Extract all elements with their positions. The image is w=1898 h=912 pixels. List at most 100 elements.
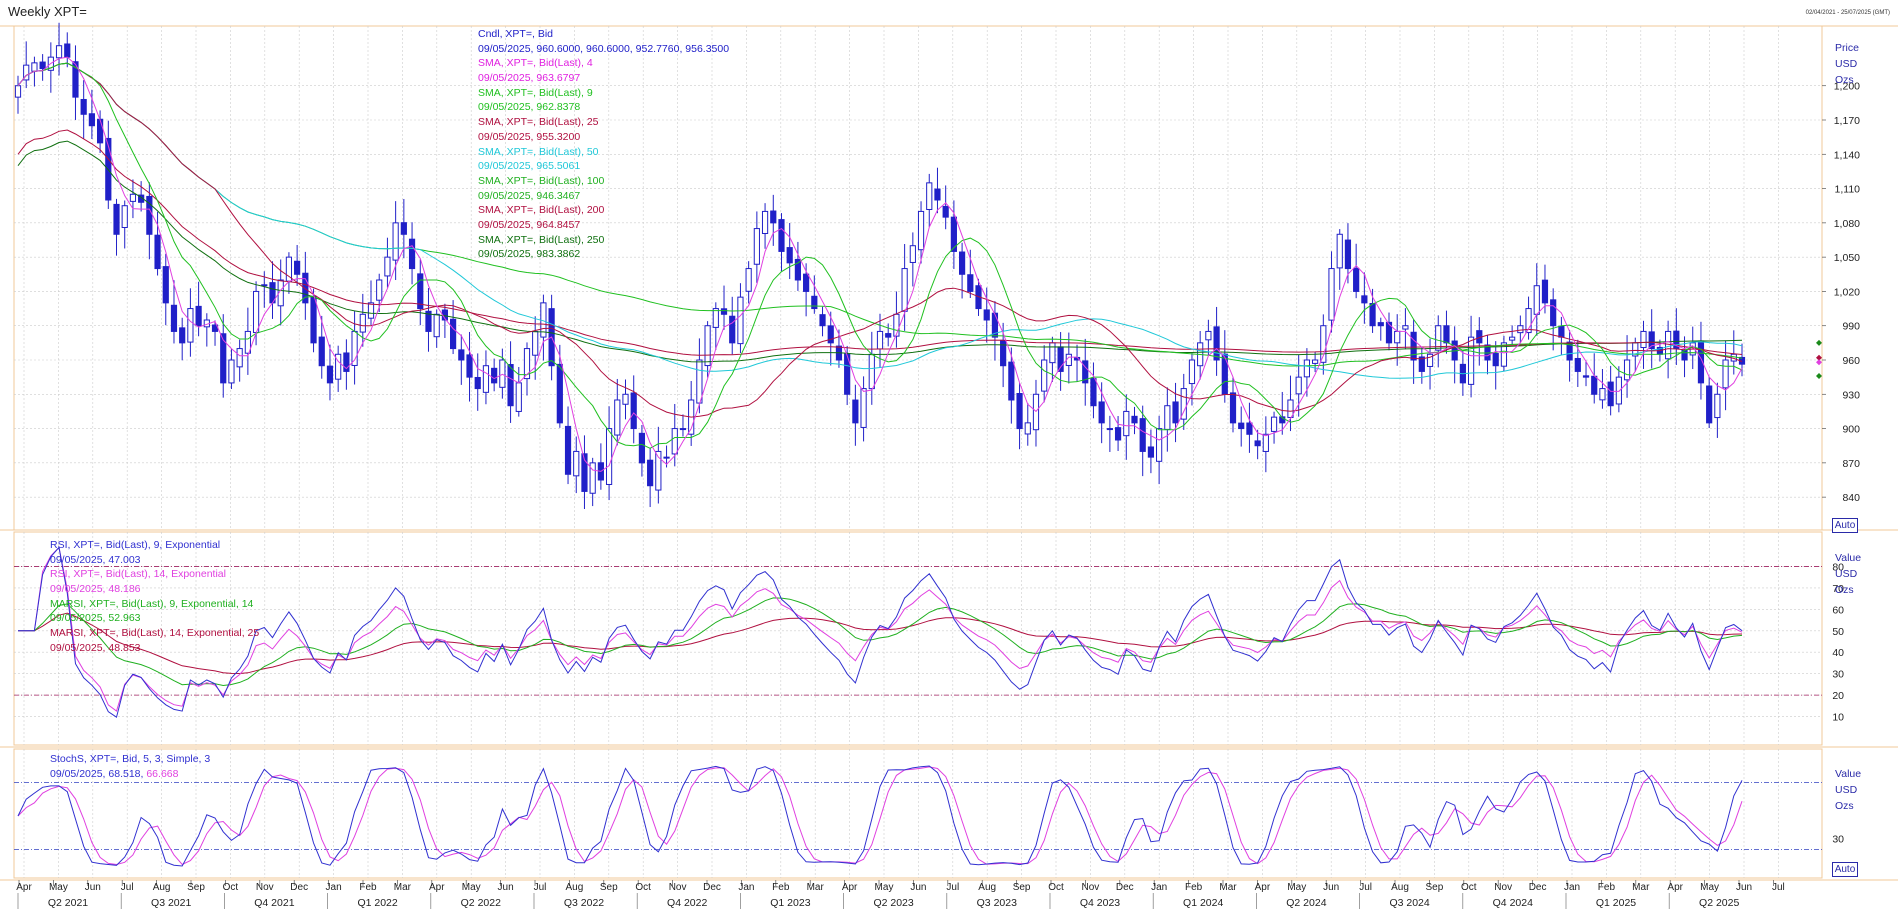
month-label: Dec [290, 882, 308, 893]
month-label: Dec [703, 882, 721, 893]
candle-body [1172, 401, 1179, 424]
price-legend-value-0: 09/05/2025, 960.6000, 960.6000, 952.7760… [478, 42, 730, 55]
price-legend-label-6: SMA, XPT=, Bid(Last), 200 [478, 204, 605, 217]
month-label: Jun [498, 882, 514, 893]
candle-body [778, 219, 785, 252]
month-label: Jan [326, 882, 342, 893]
month-label: Feb [1185, 882, 1203, 893]
rsi-legend-label-1: RSI, XPT=, Bid(Last), 14, Exponential [50, 568, 226, 581]
candle-body [1467, 336, 1475, 385]
candle-body [1295, 376, 1302, 395]
candle-body [1344, 239, 1352, 270]
month-label: Oct [635, 882, 651, 893]
candle-body [14, 85, 22, 98]
candle-body [121, 205, 128, 228]
candle-body [466, 354, 473, 378]
price-legend-value-5: 09/05/2025, 946.3467 [478, 189, 581, 202]
quarter-label: Q1 2025 [1596, 897, 1636, 909]
month-label: Aug [153, 882, 171, 893]
candle-body [1270, 416, 1278, 432]
candle-body [1041, 359, 1048, 392]
month-label: Jun [910, 882, 926, 893]
price-legend-value-4: 09/05/2025, 965.5061 [478, 160, 581, 173]
price-legend-value-6: 09/05/2025, 964.8457 [478, 218, 581, 231]
price-auto-scale-button[interactable]: Auto [1832, 518, 1858, 533]
candle-body [917, 210, 925, 251]
candle-body [614, 399, 621, 436]
price-ytick-label: 1,110 [1835, 184, 1861, 196]
candle-body [1550, 299, 1557, 327]
quarter-label: Q3 2021 [151, 897, 191, 909]
price-unit-usd: USD [1835, 58, 1858, 70]
month-label: Jan [1151, 882, 1167, 893]
candle-body [55, 45, 63, 59]
month-label: Feb [1598, 882, 1616, 893]
price-legend-label-5: SMA, XPT=, Bid(Last), 100 [478, 174, 605, 187]
candle-body [1098, 401, 1105, 424]
price-legend-label-1: SMA, XPT=, Bid(Last), 4 [478, 57, 593, 70]
candle-body [1517, 325, 1524, 334]
candle-body [129, 193, 137, 202]
candle-body [39, 61, 46, 70]
price-unit-ozs: Ozs [1835, 74, 1854, 86]
month-label: Apr [842, 882, 858, 893]
candle-body [1533, 285, 1540, 315]
candle-body [187, 308, 194, 343]
candle-body [1541, 279, 1549, 304]
quarter-label: Q3 2022 [564, 897, 604, 909]
rsi-ytick-label: 40 [1832, 647, 1844, 659]
candle-body [400, 222, 407, 235]
price-last-marker [1816, 359, 1822, 366]
candle-body [885, 333, 892, 338]
candle-body [671, 428, 678, 455]
candle-body [64, 43, 71, 58]
price-ytick-label: 930 [1842, 389, 1860, 401]
candle-body [803, 273, 810, 292]
candle-body [1615, 376, 1622, 405]
candle-body [1164, 405, 1171, 430]
month-label: Aug [566, 882, 584, 893]
candle-body [367, 302, 375, 319]
candle-body [1582, 375, 1590, 378]
quarter-label: Q1 2023 [770, 897, 810, 909]
month-label: Jul [534, 882, 547, 893]
month-label: Jan [738, 882, 754, 893]
candle-body [1188, 359, 1196, 385]
candle-body [170, 304, 178, 332]
candle-body [80, 98, 87, 115]
price-legend-label-0: Cndl, XPT=, Bid [478, 28, 553, 40]
candle-body [1361, 295, 1368, 304]
month-label: Dec [1529, 882, 1547, 893]
rsi-ytick-label: 10 [1832, 712, 1844, 724]
price-legend-value-7: 09/05/2025, 983.3862 [478, 248, 581, 261]
month-label: Dec [1116, 882, 1134, 893]
candle-body [1312, 359, 1319, 364]
price-last-marker [1816, 339, 1822, 346]
rsi-legend-value-3: 09/05/2025, 48.853 [50, 641, 141, 654]
candle-body [458, 349, 465, 361]
rsi9-line [18, 546, 1743, 719]
candle-body [761, 210, 769, 234]
candle-body [1213, 326, 1220, 361]
month-label: Sep [187, 882, 205, 893]
candle-body [1722, 359, 1729, 389]
price-ytick-label: 840 [1842, 492, 1860, 504]
candle-body [630, 392, 637, 430]
candle-body [729, 315, 736, 344]
stoch-ytick-label: 30 [1832, 833, 1844, 845]
candle-body [647, 459, 654, 487]
month-label: Jun [85, 882, 101, 893]
month-label: Nov [1082, 882, 1100, 893]
candle-body [1156, 428, 1163, 462]
sma4-line [17, 56, 1743, 472]
candle-body [958, 251, 966, 275]
candle-body [737, 296, 744, 345]
stoch-auto-scale-button[interactable]: Auto [1832, 862, 1858, 877]
candle-body [195, 305, 202, 327]
candle-body [860, 388, 867, 428]
stoch-units: Value USD Ozs [1835, 766, 1861, 814]
candle-body [1205, 330, 1212, 341]
stoch-legend: StochS, XPT=, Bid, 5, 3, Simple, 3 09/05… [50, 752, 210, 781]
chart-canvas[interactable]: Apr May Jun Jul Aug Sep Oct Nov Dec Jan Feb Mar Apr M… [0, 0, 1898, 912]
candle-body [1640, 330, 1647, 349]
